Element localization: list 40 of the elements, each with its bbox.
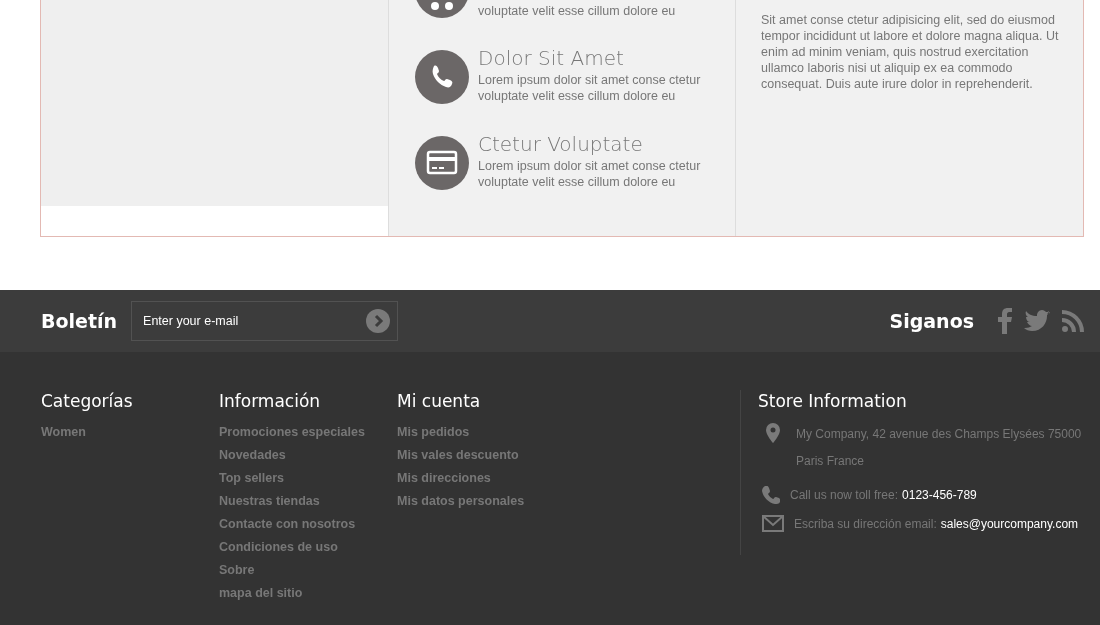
feature-description: voluptate velit esse cillum dolore eu: [478, 3, 677, 19]
facebook-icon[interactable]: [998, 308, 1012, 334]
credit-card-icon: [415, 136, 469, 190]
newsletter-title: Boletín: [41, 310, 118, 332]
email-address[interactable]: sales@yourcompany.com: [940, 516, 1079, 531]
about-text: Sit amet conse ctetur adipisicing elit, sed do eiusmod tempor incididunt ut labore et dolore magna aliqua. Ut enim ad minim veniam, quis nostrud exercitation ullamco laboris nisi ut aliquip ex ea commodo consequat. Duis aute irure dolor in reprehenderit.: [761, 12, 1060, 92]
phone-icon: [415, 50, 469, 104]
phone-label: Call us now toll free:: [790, 488, 899, 502]
arrow-right-icon[interactable]: [366, 309, 391, 333]
footer-link[interactable]: mapa del sitio: [219, 582, 303, 605]
feature-title: Dolor Sit Amet: [478, 47, 625, 69]
footer-link[interactable]: Mis direcciones: [397, 467, 491, 490]
footer-link[interactable]: Sobre: [219, 559, 255, 582]
location-pin-icon: [766, 423, 780, 443]
footer-link[interactable]: Condiciones de uso: [219, 536, 338, 559]
email-label: Escriba su dirección email:: [794, 516, 937, 531]
footer-link[interactable]: Contacte con nosotros: [219, 513, 356, 536]
footer-link[interactable]: Nuestras tiendas: [219, 490, 320, 513]
phone-icon: [762, 486, 780, 504]
rss-icon[interactable]: [1062, 310, 1084, 332]
feature-description: Lorem ipsum dolor sit amet conse ctetur voluptate velit esse cillum dolore eu: [478, 72, 702, 104]
footer-link[interactable]: Promociones especiales: [219, 421, 365, 444]
footer-link[interactable]: Novedades: [219, 444, 286, 467]
footer-link[interactable]: Top sellers: [219, 467, 285, 490]
column-heading: Categorías: [41, 390, 133, 412]
social-title: Siganos: [889, 310, 974, 332]
column-heading: Información: [219, 390, 321, 412]
column-heading: Store Information: [758, 390, 908, 412]
footer-link[interactable]: Women: [41, 421, 86, 444]
feature-title: Ctetur Voluptate: [478, 133, 644, 155]
phone-number: 0123-456-789: [902, 488, 977, 502]
feature-description: Lorem ipsum dolor sit amet conse ctetur voluptate velit esse cillum dolore eu: [478, 158, 702, 190]
footer-link[interactable]: Mis datos personales: [397, 490, 525, 513]
footer-link[interactable]: Mis vales descuento: [397, 444, 519, 467]
email-field[interactable]: Enter your e-mail: [131, 301, 399, 341]
bird-icon[interactable]: [1024, 310, 1050, 332]
footer-link[interactable]: Mis pedidos: [397, 421, 470, 444]
column-heading: Mi cuenta: [397, 390, 481, 412]
store-address: My Company, 42 avenue des Champs Elysées 75000 Paris France: [796, 426, 1083, 470]
envelope-icon: [762, 515, 784, 532]
